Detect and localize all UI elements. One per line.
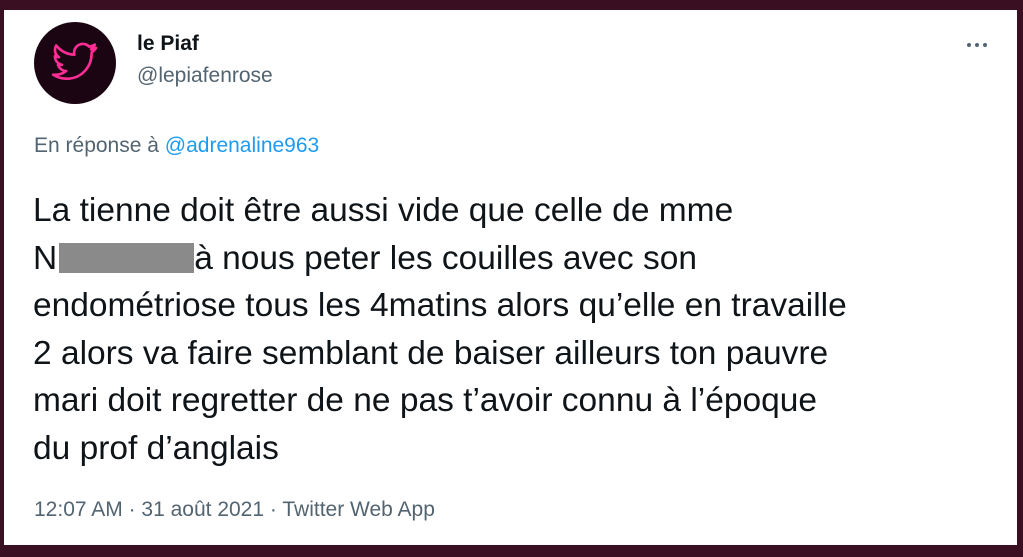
tweet-line: La tienne doit être aussi vide que celle… (33, 192, 734, 229)
neon-bird-icon (51, 42, 98, 80)
tweet-fragment: N (33, 239, 58, 277)
tweet-line: endométriose tous les 4matins alors qu’e… (33, 287, 847, 324)
more-dot (967, 43, 971, 47)
avatar[interactable] (34, 22, 116, 104)
meta-separator: · (128, 498, 136, 521)
tweet-source-link[interactable]: Twitter Web App (282, 498, 435, 521)
redaction-block (59, 242, 195, 273)
reply-prefix: En réponse à (34, 134, 159, 157)
tweet-line: du prof d’anglais (33, 429, 279, 467)
more-options-button[interactable] (957, 30, 997, 60)
reply-mention-link[interactable]: @adrenaline963 (165, 134, 319, 157)
user-handle[interactable]: @lepiafenrose (137, 64, 273, 88)
tweet-fragment: à nous peter les couilles avec son (194, 239, 697, 277)
tweet-card: le Piaf @lepiafenrose En réponse à @adre… (4, 10, 1017, 545)
more-dot (983, 43, 987, 47)
tweet-date-link[interactable]: 31 août 2021 (141, 498, 264, 521)
tweet-line: mari doit regretter de ne pas t’avoir co… (33, 382, 817, 419)
display-name[interactable]: le Piaf (137, 32, 199, 56)
tweet-line-redacted: Nà nous peter les couilles avec son (33, 235, 993, 283)
tweet-time-link[interactable]: 12:07 AM (34, 498, 123, 521)
tweet-text: La tienne doit être aussi vide que celle… (33, 187, 993, 472)
tweet-meta: 12:07 AM · 31 août 2021 · Twitter Web Ap… (34, 498, 435, 522)
tweet-line: 2 alors va faire semblant de baiser aill… (33, 334, 829, 372)
reply-context: En réponse à @adrenaline963 (34, 134, 319, 158)
more-dot (975, 43, 979, 47)
meta-separator: · (269, 498, 277, 521)
